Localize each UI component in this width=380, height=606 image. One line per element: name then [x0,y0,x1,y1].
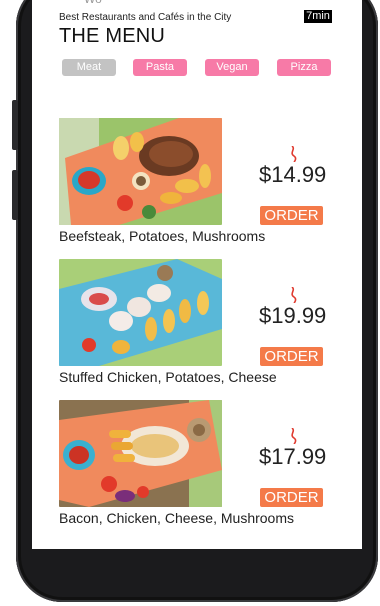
price-column: $19.99 ORDER [252,259,362,369]
dish-name: Bacon, Chicken, Cheese, Mushrooms [59,510,294,526]
dish-photo [59,118,222,225]
dish-photo [59,400,222,507]
menu-item: $17.99 ORDER Bacon, Chicken, Cheese, Mus… [32,400,362,541]
stuffed-chicken-dish-image [59,259,222,366]
price-column: $17.99 ORDER [252,400,362,510]
spicy-icon [291,428,297,444]
price-label: $14.99 [259,162,327,187]
menu-item: $14.99 ORDER Beefsteak, Potatoes, Mushro… [32,118,362,259]
tab-pasta[interactable]: Pasta [133,59,187,76]
app-screen: Wo 7min Best Restaurants and Cafés in th… [32,0,362,549]
phone-bottom-bezel [32,549,362,606]
order-button[interactable]: ORDER [260,347,323,366]
page-title: THE MENU [59,25,166,47]
dish-name: Stuffed Chicken, Potatoes, Cheese [59,369,277,385]
price-column: $14.99 ORDER [252,118,362,228]
tab-vegan[interactable]: Vegan [205,59,259,76]
spicy-icon [291,146,297,162]
menu-item: $19.99 ORDER Stuffed Chicken, Potatoes, … [32,259,362,400]
order-button[interactable]: ORDER [260,488,323,507]
dish-photo [59,259,222,366]
volume-up-button [12,100,18,150]
category-tabs: Meat Pasta Vegan Pizza [62,59,362,77]
spicy-icon [291,287,297,303]
dish-name: Beefsteak, Potatoes, Mushrooms [59,228,266,244]
price-label: $19.99 [259,303,327,328]
clipped-status-text: Wo [84,0,102,6]
beefsteak-dish-image [59,118,222,225]
price-label: $17.99 [259,444,327,469]
page-subtitle: Best Restaurants and Cafés in the City [59,12,232,23]
order-button[interactable]: ORDER [260,206,323,225]
tab-pizza[interactable]: Pizza [277,59,331,76]
time-badge: 7min [304,10,332,23]
tab-meat[interactable]: Meat [62,59,116,76]
volume-down-button [12,170,18,220]
bacon-chicken-dish-image [59,400,222,507]
